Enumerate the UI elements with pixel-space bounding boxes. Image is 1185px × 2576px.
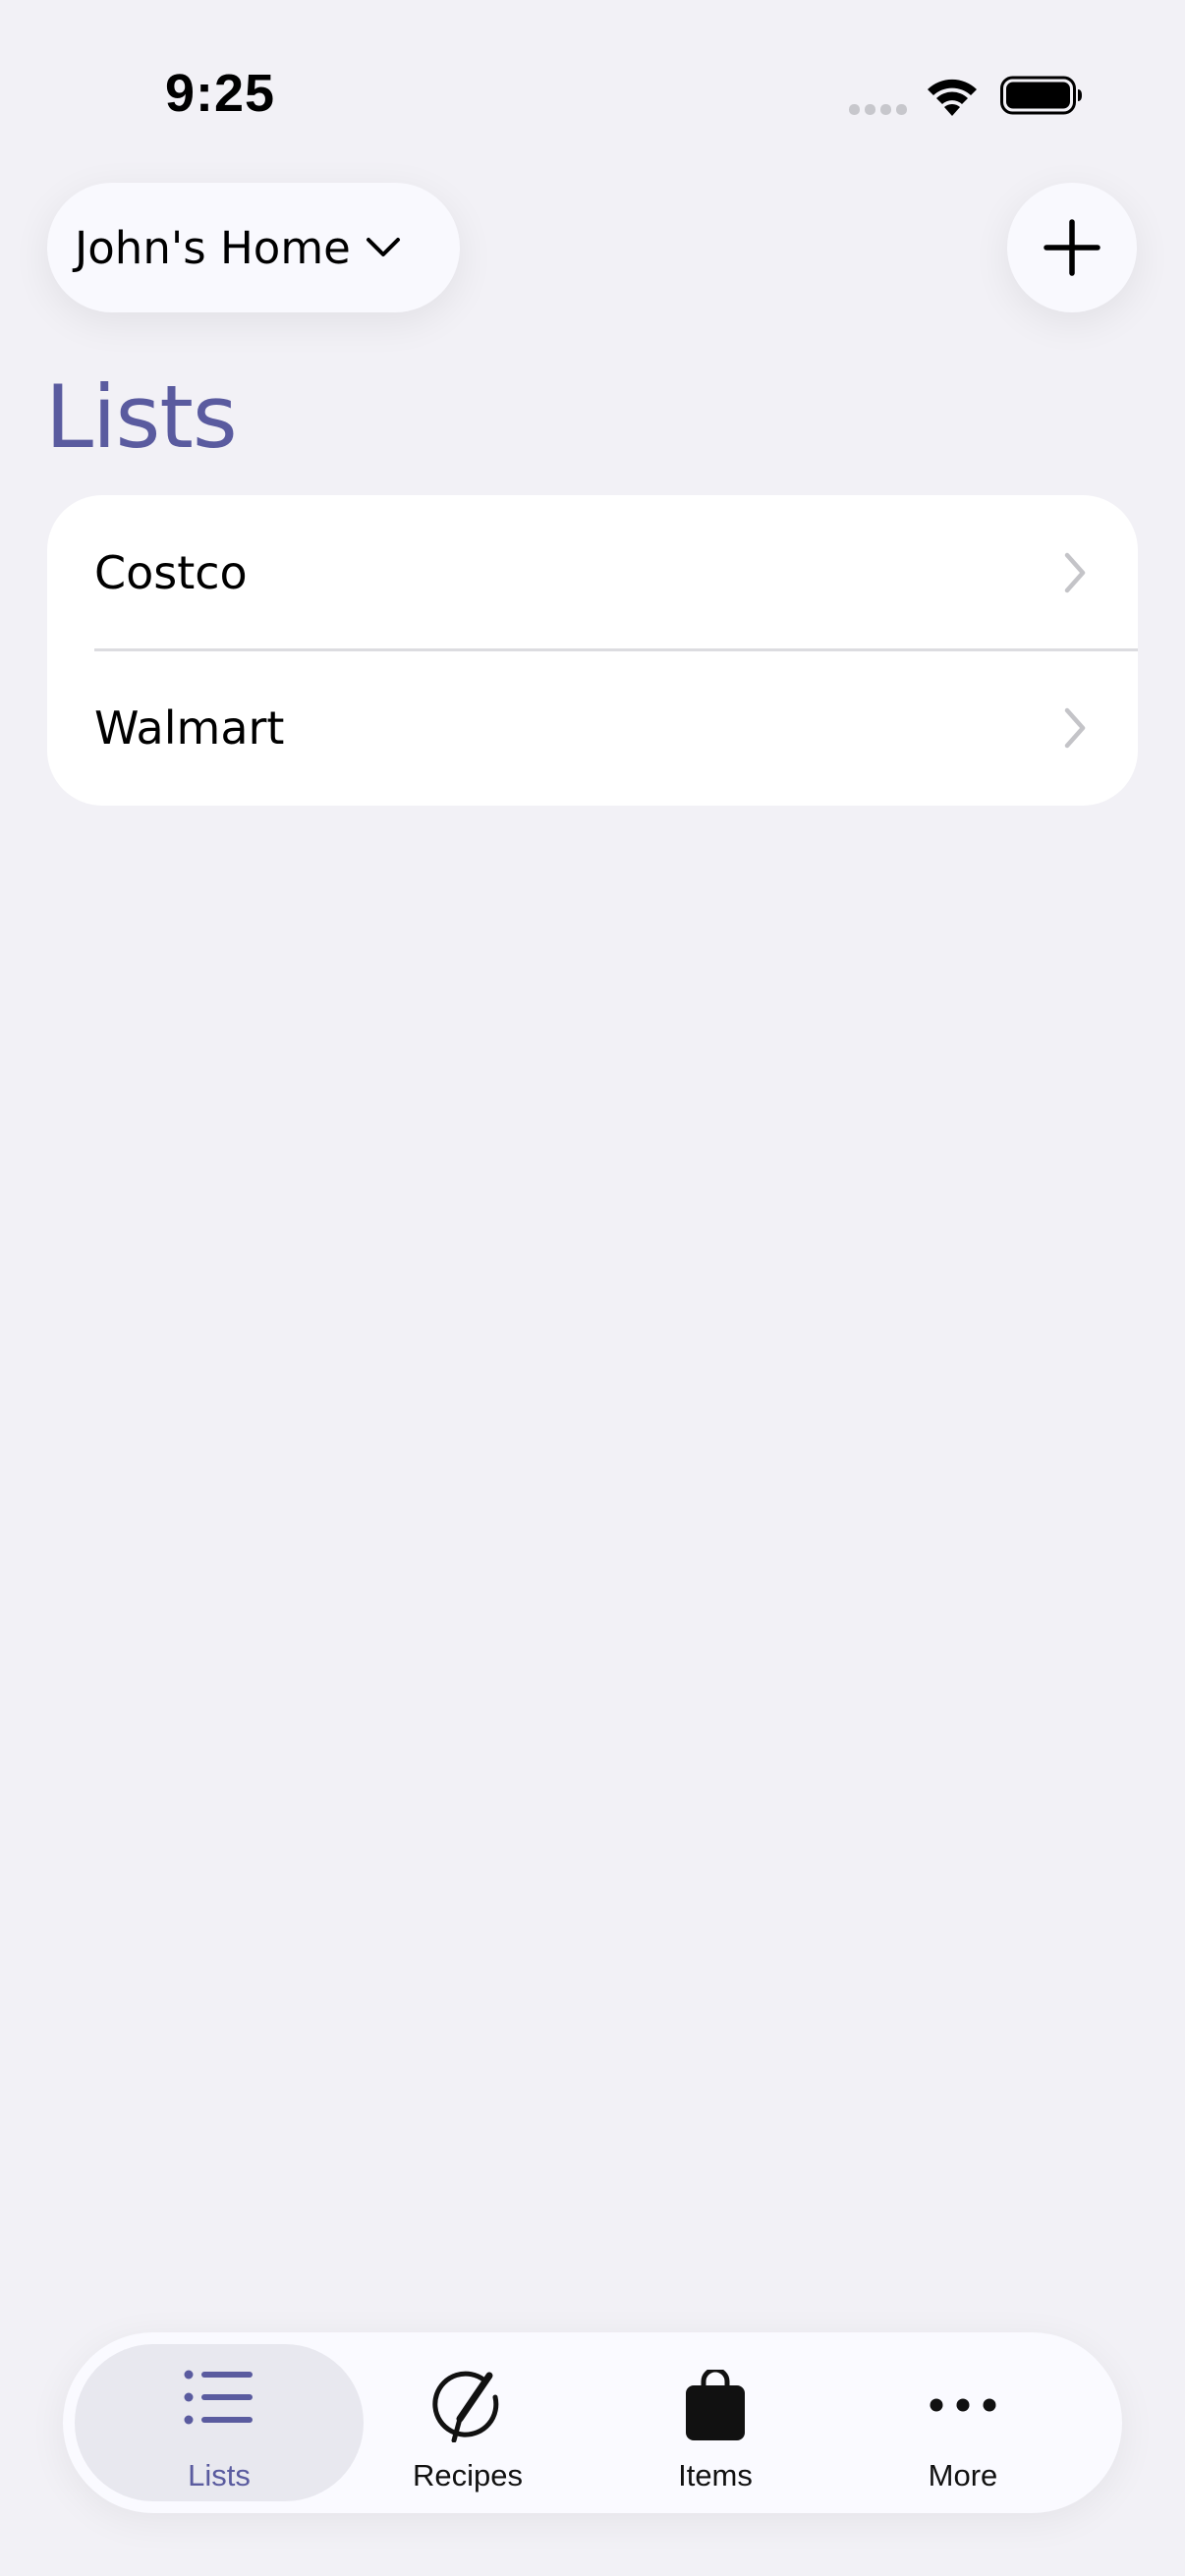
tab-label: Lists — [188, 2458, 251, 2492]
tab-items[interactable]: Items — [592, 2344, 839, 2501]
chevron-right-icon — [1064, 707, 1086, 749]
chevron-down-icon — [367, 238, 400, 256]
status-bar: 9:25 — [0, 0, 1185, 187]
tab-label: Recipes — [413, 2458, 523, 2492]
add-button[interactable] — [1007, 183, 1137, 312]
pencil-circle-icon — [432, 2371, 499, 2442]
tab-lists[interactable]: Lists — [75, 2344, 364, 2501]
list-item-label: Walmart — [94, 701, 285, 755]
tab-recipes[interactable]: Recipes — [344, 2344, 592, 2501]
tab-label: Items — [678, 2458, 753, 2492]
bag-icon — [686, 2370, 745, 2440]
battery-icon — [1000, 76, 1082, 115]
home-selector-button[interactable]: John's Home — [47, 183, 460, 312]
tab-more[interactable]: More — [839, 2344, 1087, 2501]
status-time: 9:25 — [165, 64, 276, 123]
list-item-costco[interactable]: Costco — [47, 495, 1138, 650]
tab-label: More — [928, 2458, 998, 2492]
tab-bar: Lists Recipes Items More — [63, 2332, 1122, 2513]
list-item-label: Costco — [94, 546, 248, 599]
page-title: Lists — [45, 366, 238, 468]
home-selector-label: John's Home — [75, 221, 351, 274]
ellipsis-icon — [930, 2398, 996, 2412]
plus-icon — [1044, 219, 1100, 276]
chevron-right-icon — [1064, 552, 1086, 593]
cellular-signal-icon — [849, 104, 907, 115]
lists-card: Costco Walmart — [47, 495, 1138, 806]
list-icon — [184, 2370, 253, 2425]
wifi-icon — [928, 79, 977, 116]
list-item-walmart[interactable]: Walmart — [47, 650, 1138, 806]
